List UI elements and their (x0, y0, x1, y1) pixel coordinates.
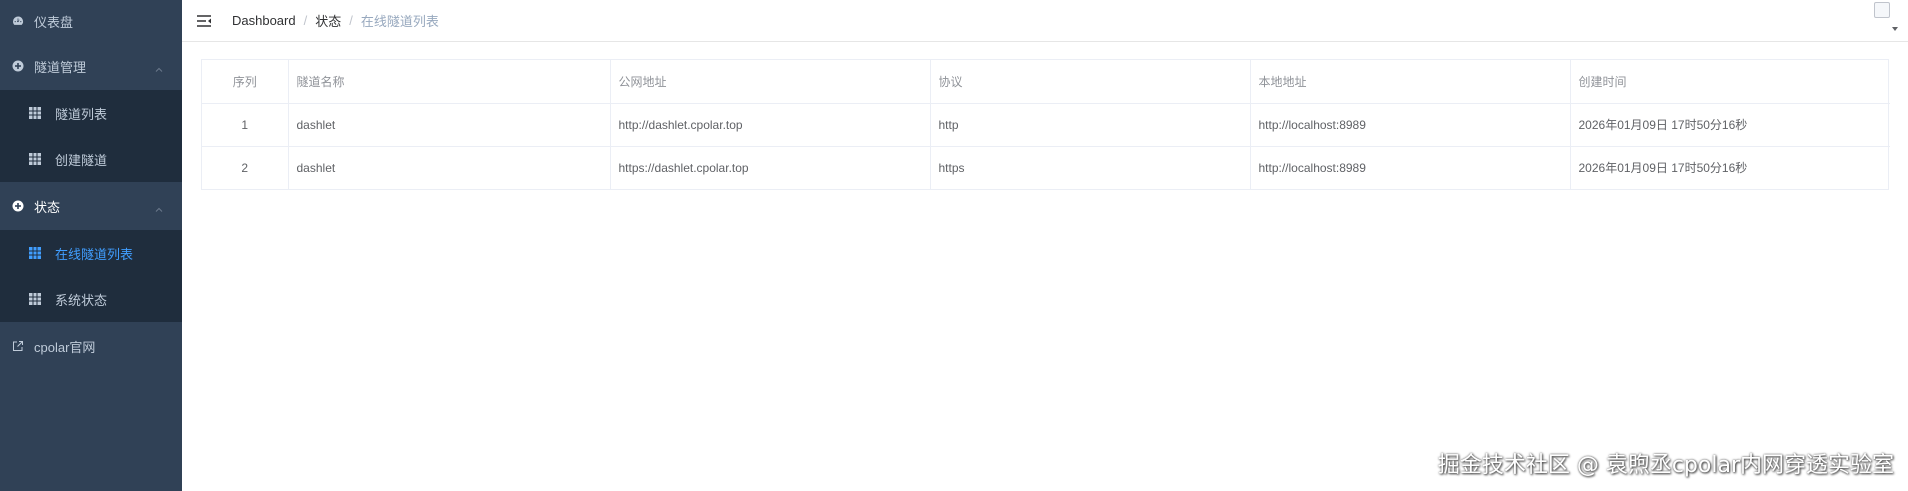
table-cell: dashlet (288, 146, 611, 189)
sidebar-item-tunnel-list[interactable]: 隧道列表 (0, 90, 182, 136)
chevron-up-icon (154, 203, 164, 213)
breadcrumb: Dashboard / 状态 / 在线隧道列表 (232, 11, 439, 30)
sidebar-item-dashboard[interactable]: 仪表盘 (0, 0, 182, 42)
table-cell: 1 (202, 103, 289, 147)
table-row: 1 dashlet http://dashlet.cpolar.top http… (202, 103, 1890, 147)
column-header: 序列 (202, 60, 289, 104)
table-row: 2 dashlet https://dashlet.cpolar.top htt… (202, 146, 1890, 189)
grid-icon (29, 153, 41, 165)
column-header: 协议 (930, 60, 1251, 104)
grid-icon (29, 247, 41, 259)
chevron-up-icon (154, 63, 164, 73)
breadcrumb-status: 状态 (315, 14, 342, 29)
breadcrumb-separator: / (349, 13, 353, 28)
avatar (1874, 2, 1890, 18)
table-cell: http://localhost:8989 (1250, 146, 1571, 189)
table-cell: 2026年01月09日 17时50分16秒 (1570, 103, 1890, 147)
hamburger-icon[interactable] (196, 13, 212, 29)
grid-icon (29, 107, 41, 119)
sidebar: 仪表盘 隧道管理 隧道列表 创建隧道 状态 在线隧道列表 系统状态 cpolar… (0, 0, 182, 491)
table-cell: https://dashlet.cpolar.top (610, 146, 931, 189)
plus-circle-icon (12, 200, 24, 212)
plus-circle-icon (12, 60, 24, 72)
submenu-status[interactable]: 状态 (0, 182, 182, 230)
sidebar-item-system-status[interactable]: 系统状态 (0, 276, 182, 322)
table-cell: http://dashlet.cpolar.top (610, 103, 931, 147)
table-cell: dashlet (288, 103, 611, 147)
sidebar-item-label: cpolar官网 (34, 339, 96, 355)
table-cell: 2026年01月09日 17时50分16秒 (1578, 161, 1748, 176)
breadcrumb-dashboard[interactable]: Dashboard (232, 13, 296, 28)
sidebar-item-label: 在线隧道列表 (55, 246, 134, 262)
table-cell: 2 (202, 146, 289, 189)
sidebar-item-label: 状态 (34, 199, 61, 215)
sidebar-item-cpolar-site[interactable]: cpolar官网 (0, 322, 182, 370)
column-header: 公网地址 (610, 60, 931, 104)
sidebar-item-label: 系统状态 (55, 292, 108, 308)
dashboard-icon (12, 15, 24, 27)
navbar: Dashboard / 状态 / 在线隧道列表 (182, 0, 1908, 42)
online-tunnels-table: 序列 隧道名称 公网地址 协议 本地地址 创建时间 1 dashlet http… (201, 59, 1890, 190)
watermark: 掘金技术社区 @ 袁煦丞cpolar内网穿透实验室 (1437, 453, 1894, 478)
table-cell: http (930, 103, 1251, 147)
sidebar-item-label: 创建隧道 (55, 152, 108, 168)
table-cell: https (930, 146, 1251, 189)
breadcrumb-separator: / (303, 13, 308, 28)
sidebar-item-label: 隧道列表 (55, 106, 108, 122)
column-header: 创建时间 (1570, 60, 1890, 104)
table-cell: http://localhost:8989 (1250, 103, 1571, 147)
caret-down-icon (1892, 27, 1898, 31)
table-header-row: 序列 隧道名称 公网地址 协议 本地地址 创建时间 (202, 60, 1890, 104)
sidebar-item-create-tunnel[interactable]: 创建隧道 (0, 136, 182, 182)
sidebar-item-online-tunnels[interactable]: 在线隧道列表 (0, 230, 182, 276)
main-content: Dashboard / 状态 / 在线隧道列表 序列 隧道名称 公网地址 协议 … (182, 0, 1908, 491)
sidebar-item-label: 隧道管理 (34, 59, 87, 75)
column-header: 隧道名称 (288, 60, 611, 104)
breadcrumb-current: 在线隧道列表 (360, 14, 439, 29)
user-avatar-dropdown[interactable] (1874, 2, 1898, 34)
external-link-icon (12, 340, 24, 352)
grid-icon (29, 293, 41, 305)
column-header: 本地地址 (1250, 60, 1571, 104)
submenu-tunnel-manage[interactable]: 隧道管理 (0, 42, 182, 90)
sidebar-item-label: 仪表盘 (34, 14, 74, 30)
